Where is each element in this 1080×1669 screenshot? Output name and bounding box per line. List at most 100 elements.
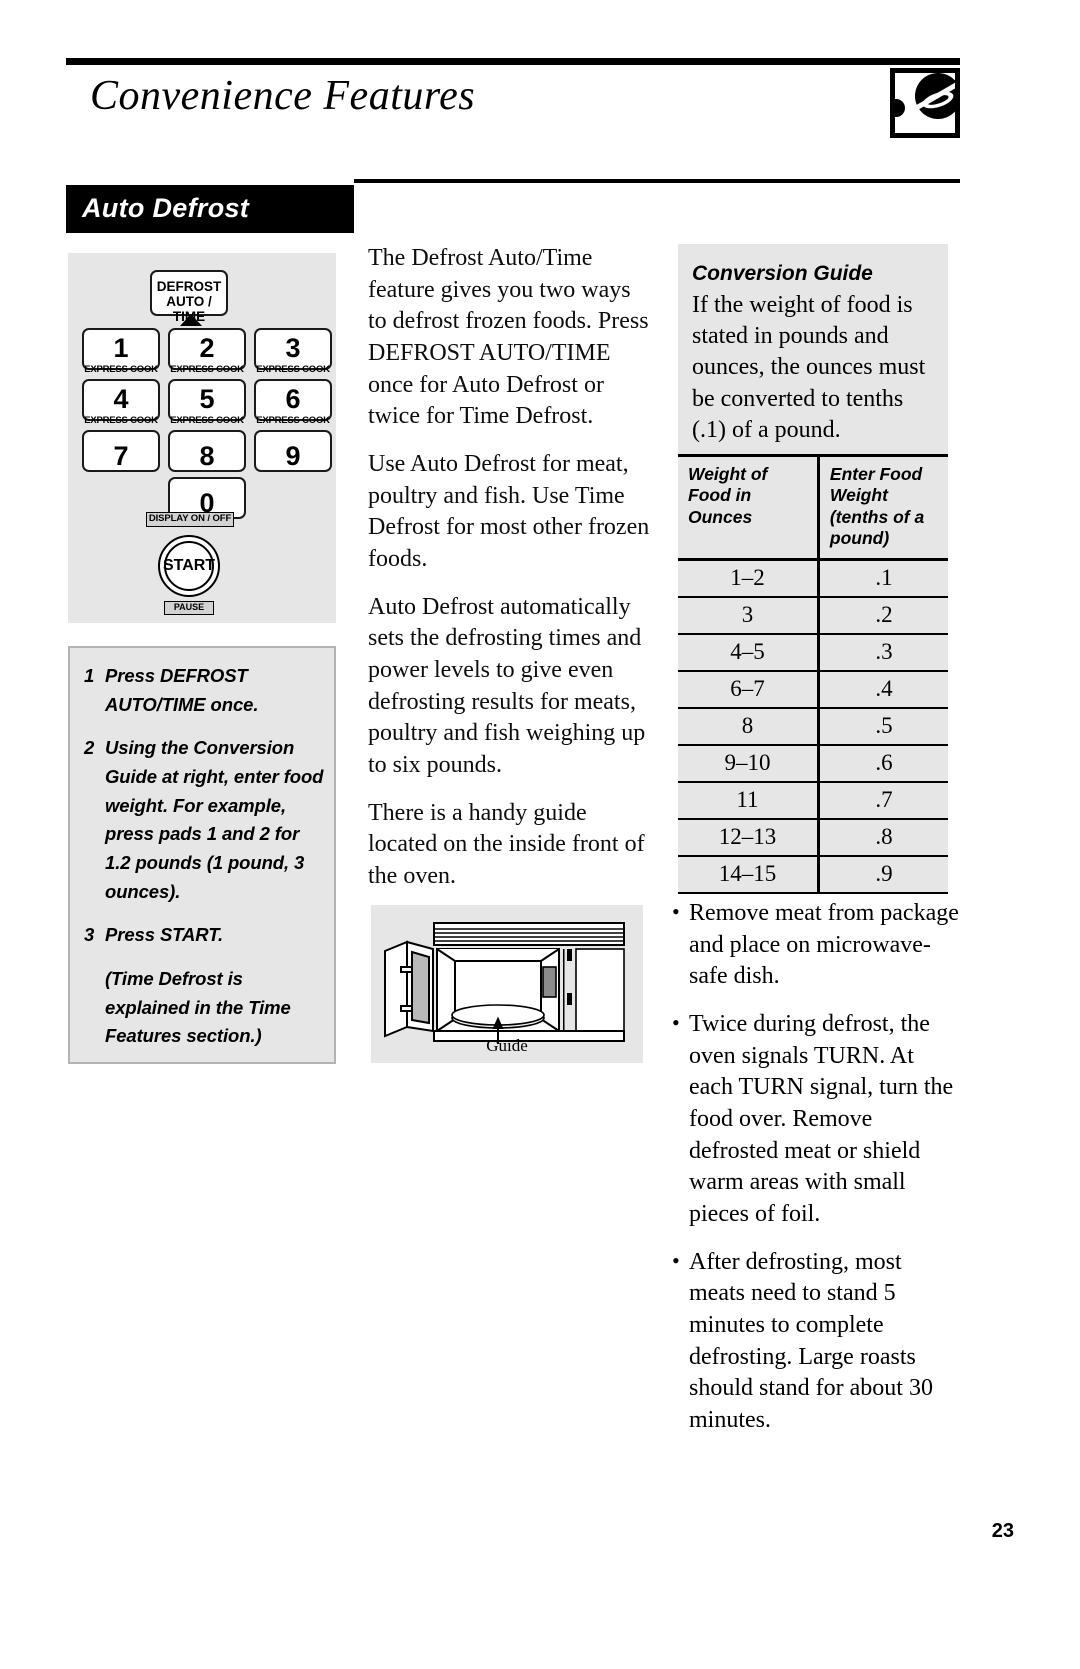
table-row: 3 .2 [678, 597, 948, 636]
keypad-button-6-number: 6 [285, 384, 301, 414]
step-number: 1 [84, 665, 95, 686]
cell-tenths: .4 [818, 671, 948, 710]
keypad-button-5-sublabel: EXPRESS COOK [170, 415, 244, 426]
keypad-button-1[interactable]: 1 EXPRESS COOK [82, 328, 160, 374]
keypad-button-4-sublabel: EXPRESS COOK [84, 415, 158, 426]
table-row: 4–5 .3 [678, 634, 948, 673]
bullet-icon: • [672, 1247, 680, 1273]
keypad-button-4-number: 4 [113, 384, 129, 414]
page-number: 23 [991, 1520, 1014, 1542]
table-header-weight-ounces: Weight of Food in Ounces [678, 453, 820, 562]
cell-tenths: .9 [818, 856, 948, 895]
main-text-column: The Defrost Auto/Time feature gives you … [368, 243, 650, 909]
step-item: 1 Press DEFROST AUTO/TIME once. [84, 662, 324, 719]
table-row: 11 .7 [678, 782, 948, 821]
cell-ounces: 9–10 [678, 745, 820, 784]
step-number: 3 [84, 924, 95, 946]
cell-tenths: .8 [818, 819, 948, 858]
step-text: Press DEFROST AUTO/TIME once. [105, 665, 259, 715]
cell-ounces: 14–15 [678, 856, 820, 895]
keypad-button-2-number: 2 [199, 333, 215, 363]
tip-text: After defrosting, most meats need to sta… [689, 1248, 933, 1434]
cell-ounces: 4–5 [678, 634, 820, 673]
keypad-button-3-sublabel: EXPRESS COOK [256, 364, 330, 375]
tip-text: Twice during defrost, the oven signals T… [689, 1011, 954, 1228]
keypad-button-7[interactable]: 7 [82, 430, 160, 472]
steps-box: 1 Press DEFROST AUTO/TIME once. 2 Using … [68, 646, 336, 1064]
keypad-button-1-number: 1 [113, 333, 129, 363]
paragraph-4: There is a handy guide located on the in… [368, 799, 645, 890]
section-header-bar: Auto Defrost [66, 185, 354, 233]
conversion-guide-title: Conversion Guide [692, 262, 873, 285]
cell-tenths: .2 [818, 597, 948, 636]
table-header-enter-weight: Enter Food Weight (tenths of a pound) [818, 453, 948, 562]
cell-tenths: .7 [818, 782, 948, 821]
bullet-icon: • [672, 899, 680, 924]
paragraph-1: The Defrost Auto/Time feature gives you … [368, 245, 649, 430]
cell-tenths: .5 [818, 708, 948, 747]
display-on-off-label[interactable]: DISPLAY ON / OFF [146, 512, 234, 527]
document-page: Convenience Features Auto Defrost DEFROS… [0, 0, 1080, 1669]
tips-list: • Remove meat from package and place on … [672, 898, 960, 1453]
step-note: (Time Defrost is explained in the Time F… [84, 965, 324, 1051]
cell-ounces: 12–13 [678, 819, 820, 858]
keypad-button-5[interactable]: 5 EXPRESS COOK [168, 379, 246, 425]
step-text: Press START. [105, 924, 224, 946]
control-panel-figure: DEFROST AUTO / TIME 1 EXPRESS COOK 2 EXP… [68, 253, 336, 623]
microwave-circle-icon [915, 73, 955, 119]
defrost-button-line1: DEFROST [156, 279, 222, 294]
step-item: 3 Press START. [84, 921, 324, 950]
table-row: 9–10 .6 [678, 745, 948, 784]
table-row: 12–13 .8 [678, 819, 948, 858]
section-rule [354, 179, 960, 183]
step-note-text: (Time Defrost is explained in the Time F… [105, 968, 291, 1047]
conversion-table: Weight of Food in Ounces Enter Food Weig… [678, 453, 948, 895]
table-row: 6–7 .4 [678, 671, 948, 710]
keypad-button-3-number: 3 [285, 333, 301, 363]
cell-tenths: .6 [818, 745, 948, 784]
keypad-button-6-sublabel: EXPRESS COOK [256, 415, 330, 426]
cell-tenths: .1 [818, 559, 948, 599]
start-button-label: START [163, 541, 215, 591]
list-item: • After defrosting, most meats need to s… [672, 1247, 960, 1437]
conversion-guide-intro: If the weight of food is stated in pound… [692, 292, 926, 443]
badge-dot-icon [895, 99, 905, 117]
list-item: • Twice during defrost, the oven signals… [672, 1009, 960, 1231]
table-row: 14–15 .9 [678, 856, 948, 895]
keypad-button-4[interactable]: 4 EXPRESS COOK [82, 379, 160, 425]
oven-figure: Guide [371, 905, 643, 1063]
defrost-auto-time-button[interactable]: DEFROST AUTO / TIME [150, 270, 228, 324]
keypad-button-2[interactable]: 2 EXPRESS COOK [168, 328, 246, 374]
cell-ounces: 11 [678, 782, 820, 821]
page-title: Convenience Features [90, 73, 476, 119]
step-item: 2 Using the Conversion Guide at right, e… [84, 734, 324, 906]
keypad-button-1-sublabel: EXPRESS COOK [84, 364, 158, 375]
paragraph-2: Use Auto Defrost for meat, poultry and f… [368, 451, 650, 573]
pause-label: PAUSE [164, 601, 214, 615]
cell-ounces: 3 [678, 597, 820, 636]
keypad-button-6[interactable]: 6 EXPRESS COOK [254, 379, 332, 425]
pointer-arrow-icon [180, 314, 202, 326]
table-row: 1–2 .1 [678, 559, 948, 599]
conversion-guide-box: Conversion Guide If the weight of food i… [678, 244, 948, 895]
tip-text: Remove meat from package and place on mi… [689, 900, 959, 990]
cell-ounces: 6–7 [678, 671, 820, 710]
paragraph-3: Auto Defrost automatically sets the defr… [368, 593, 646, 779]
header-badge [890, 68, 960, 138]
keypad-button-2-sublabel: EXPRESS COOK [170, 364, 244, 375]
bullet-icon: • [672, 1010, 680, 1036]
keypad-button-8-number: 8 [199, 441, 215, 471]
step-text: Using the Conversion Guide at right, ent… [105, 737, 324, 902]
keypad-button-7-number: 7 [113, 441, 129, 471]
keypad-button-3[interactable]: 3 EXPRESS COOK [254, 328, 332, 374]
keypad-button-5-number: 5 [199, 384, 215, 414]
section-title: Auto Defrost [82, 193, 250, 223]
start-button[interactable]: START [158, 535, 220, 597]
table-row: 8 .5 [678, 708, 948, 747]
keypad-button-9-number: 9 [285, 441, 301, 471]
step-number: 2 [84, 737, 95, 759]
keypad-button-8[interactable]: 8 [168, 430, 246, 472]
cell-tenths: .3 [818, 634, 948, 673]
keypad-button-9[interactable]: 9 [254, 430, 332, 472]
cell-ounces: 1–2 [678, 559, 820, 599]
